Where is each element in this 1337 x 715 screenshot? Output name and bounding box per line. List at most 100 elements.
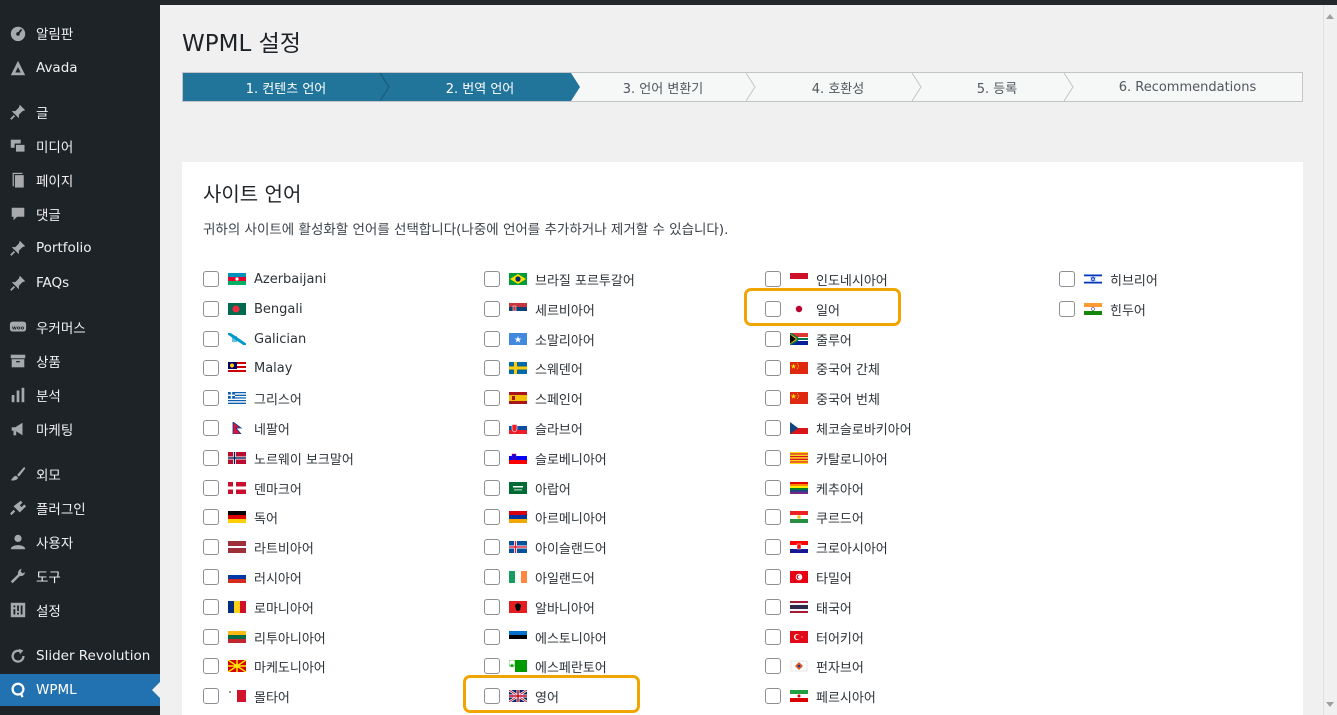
language-option-az[interactable]: Azerbaijani bbox=[203, 269, 326, 289]
language-option-gl[interactable]: Galician bbox=[203, 329, 306, 349]
language-checkbox[interactable] bbox=[765, 688, 781, 704]
language-option-rs[interactable]: 세르비아어 bbox=[484, 299, 595, 319]
language-checkbox[interactable] bbox=[765, 271, 781, 287]
sidebar-item-분석[interactable]: 분석 bbox=[0, 379, 160, 411]
language-checkbox[interactable] bbox=[484, 420, 500, 436]
language-option-sk[interactable]: 슬라브어 bbox=[484, 418, 583, 438]
language-checkbox[interactable] bbox=[203, 450, 219, 466]
language-option-th[interactable]: 태국어 bbox=[765, 597, 852, 617]
language-option-bd[interactable]: Bengali bbox=[203, 299, 303, 319]
language-option-in[interactable]: 힌두어 bbox=[1059, 299, 1146, 319]
wizard-step-5[interactable]: 5. 등록 bbox=[921, 73, 1073, 101]
language-checkbox[interactable] bbox=[765, 569, 781, 585]
sidebar-item-도구[interactable]: 도구 bbox=[0, 560, 160, 592]
language-checkbox[interactable] bbox=[765, 539, 781, 555]
language-checkbox[interactable] bbox=[484, 360, 500, 376]
sidebar-item-미디어[interactable]: 미디어 bbox=[0, 130, 160, 162]
language-checkbox[interactable] bbox=[203, 390, 219, 406]
language-option-dk[interactable]: 덴마크어 bbox=[203, 478, 302, 498]
language-checkbox[interactable] bbox=[203, 480, 219, 496]
wizard-step-2[interactable]: 2. 번역 언어 bbox=[389, 73, 571, 101]
language-checkbox[interactable] bbox=[484, 301, 500, 317]
language-option-il[interactable]: 히브리어 bbox=[1059, 269, 1158, 289]
language-option-ir[interactable]: 페르시아어 bbox=[765, 686, 876, 706]
language-option-si[interactable]: 슬로베니아어 bbox=[484, 448, 607, 468]
wizard-step-4[interactable]: 4. 호환성 bbox=[755, 73, 921, 101]
language-checkbox[interactable] bbox=[203, 420, 219, 436]
language-checkbox[interactable] bbox=[765, 450, 781, 466]
language-option-is[interactable]: 아이슬랜드어 bbox=[484, 537, 607, 557]
language-option-ar[interactable]: 아랍어 bbox=[484, 478, 571, 498]
language-checkbox[interactable] bbox=[484, 599, 500, 615]
wizard-step-3[interactable]: 3. 언어 변환기 bbox=[571, 73, 755, 101]
language-checkbox[interactable] bbox=[484, 480, 500, 496]
language-option-tr[interactable]: 터어키어 bbox=[765, 627, 864, 647]
language-option-cn[interactable]: 중국어 간체 bbox=[765, 358, 880, 378]
language-option-al[interactable]: 알바니아어 bbox=[484, 597, 595, 617]
language-option-id[interactable]: 인도네시아어 bbox=[765, 269, 888, 289]
language-option-lv[interactable]: 라트비아어 bbox=[203, 537, 314, 557]
sidebar-item-faqs[interactable]: FAQs bbox=[0, 267, 160, 299]
language-checkbox[interactable] bbox=[765, 480, 781, 496]
scroll-down-arrow-icon[interactable] bbox=[1326, 702, 1334, 707]
language-checkbox[interactable] bbox=[765, 509, 781, 525]
sidebar-item-wpml[interactable]: WPML bbox=[0, 674, 160, 706]
language-checkbox[interactable] bbox=[203, 569, 219, 585]
sidebar-item-알림판[interactable]: 알림판 bbox=[0, 17, 160, 49]
language-checkbox[interactable] bbox=[765, 390, 781, 406]
language-option-my[interactable]: Malay bbox=[203, 358, 292, 378]
language-checkbox[interactable] bbox=[1059, 271, 1075, 287]
sidebar-item-사용자[interactable]: 사용자 bbox=[0, 526, 160, 558]
wizard-step-1[interactable]: 1. 컨텐츠 언어 bbox=[183, 73, 389, 101]
language-option-cz[interactable]: 체코슬로바키아어 bbox=[765, 418, 912, 438]
language-checkbox[interactable] bbox=[203, 271, 219, 287]
language-checkbox[interactable] bbox=[203, 331, 219, 347]
sidebar-item-avada[interactable]: Avada bbox=[0, 52, 160, 84]
language-option-lt[interactable]: 리투아니아어 bbox=[203, 627, 326, 647]
language-option-np[interactable]: 네팔어 bbox=[203, 418, 290, 438]
language-option-am[interactable]: 아르메니아어 bbox=[484, 507, 607, 527]
language-option-br[interactable]: 브라질 포르투갈어 bbox=[484, 269, 635, 289]
language-option-ie[interactable]: 아일랜드어 bbox=[484, 567, 595, 587]
sidebar-item-slider-revolution[interactable]: Slider Revolution bbox=[0, 640, 160, 672]
sidebar-item-페이지[interactable]: 페이지 bbox=[0, 164, 160, 196]
sidebar-item-외모[interactable]: 외모 bbox=[0, 458, 160, 490]
language-checkbox[interactable] bbox=[484, 450, 500, 466]
language-checkbox[interactable] bbox=[484, 509, 500, 525]
language-option-de[interactable]: 독어 bbox=[203, 507, 278, 527]
sidebar-item-portfolio[interactable]: Portfolio bbox=[0, 232, 160, 264]
language-checkbox[interactable] bbox=[203, 658, 219, 674]
sidebar-item-댓글[interactable]: 댓글 bbox=[0, 198, 160, 230]
language-option-ru[interactable]: 러시아어 bbox=[203, 567, 302, 587]
language-checkbox[interactable] bbox=[765, 360, 781, 376]
language-option-hr[interactable]: 크로아시아어 bbox=[765, 537, 888, 557]
language-checkbox[interactable] bbox=[765, 420, 781, 436]
language-option-mk[interactable]: 마케도니아어 bbox=[203, 656, 326, 676]
language-checkbox[interactable] bbox=[484, 271, 500, 287]
language-option-pa[interactable]: 펀자브어 bbox=[765, 656, 864, 676]
language-checkbox[interactable] bbox=[484, 658, 500, 674]
language-checkbox[interactable] bbox=[203, 509, 219, 525]
language-option-gr[interactable]: 그리스어 bbox=[203, 388, 302, 408]
language-checkbox[interactable] bbox=[765, 331, 781, 347]
language-option-ku[interactable]: 쿠르드어 bbox=[765, 507, 864, 527]
sidebar-item-마케팅[interactable]: 마케팅 bbox=[0, 413, 160, 445]
sidebar-item-글[interactable]: 글 bbox=[0, 96, 160, 128]
language-option-tn[interactable]: 타밀어 bbox=[765, 567, 852, 587]
scroll-up-arrow-icon[interactable] bbox=[1326, 14, 1334, 19]
language-option-ee[interactable]: 에스토니아어 bbox=[484, 627, 607, 647]
language-checkbox[interactable] bbox=[203, 360, 219, 376]
language-option-za[interactable]: 줄루어 bbox=[765, 329, 852, 349]
language-option-es[interactable]: 스페인어 bbox=[484, 388, 583, 408]
language-option-se[interactable]: 스웨덴어 bbox=[484, 358, 583, 378]
sidebar-item-플러그인[interactable]: 플러그인 bbox=[0, 492, 160, 524]
sidebar-item-우커머스[interactable]: woo 우커머스 bbox=[0, 311, 160, 343]
language-checkbox[interactable] bbox=[203, 599, 219, 615]
language-checkbox[interactable] bbox=[484, 629, 500, 645]
language-option-ca[interactable]: 카탈로니아어 bbox=[765, 448, 888, 468]
wizard-step-6[interactable]: 6. Recommendations bbox=[1073, 73, 1302, 101]
language-option-cn[interactable]: 중국어 번체 bbox=[765, 388, 880, 408]
scrollbar[interactable] bbox=[1323, 5, 1337, 715]
language-checkbox[interactable] bbox=[203, 688, 219, 704]
language-checkbox[interactable] bbox=[765, 629, 781, 645]
